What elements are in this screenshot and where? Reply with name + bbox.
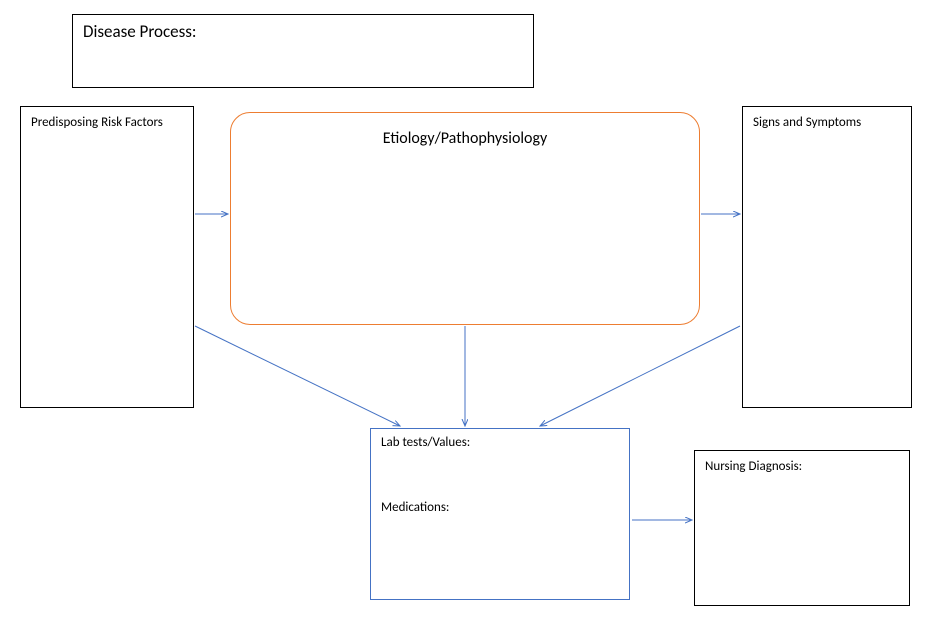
nursing-diagnosis-box: Nursing Diagnosis: [694, 450, 910, 606]
etiology-box: Etiology/Pathophysiology [230, 112, 700, 325]
arrow-risk-to-lab [195, 326, 400, 426]
etiology-label: Etiology/Pathophysiology [241, 129, 689, 148]
disease-process-box: Disease Process: [72, 14, 534, 88]
risk-factors-label: Predisposing Risk Factors [31, 115, 163, 130]
lab-tests-label: Lab tests/Values: [381, 435, 619, 450]
arrow-signs-to-lab [540, 326, 740, 426]
signs-symptoms-box: Signs and Symptoms [742, 106, 912, 408]
medications-label: Medications: [381, 500, 619, 515]
risk-factors-box: Predisposing Risk Factors [20, 106, 194, 408]
lab-medications-box: Lab tests/Values: Medications: [370, 428, 630, 600]
nursing-diagnosis-label: Nursing Diagnosis: [705, 459, 802, 474]
signs-symptoms-label: Signs and Symptoms [753, 115, 861, 130]
disease-process-label: Disease Process: [83, 21, 196, 42]
